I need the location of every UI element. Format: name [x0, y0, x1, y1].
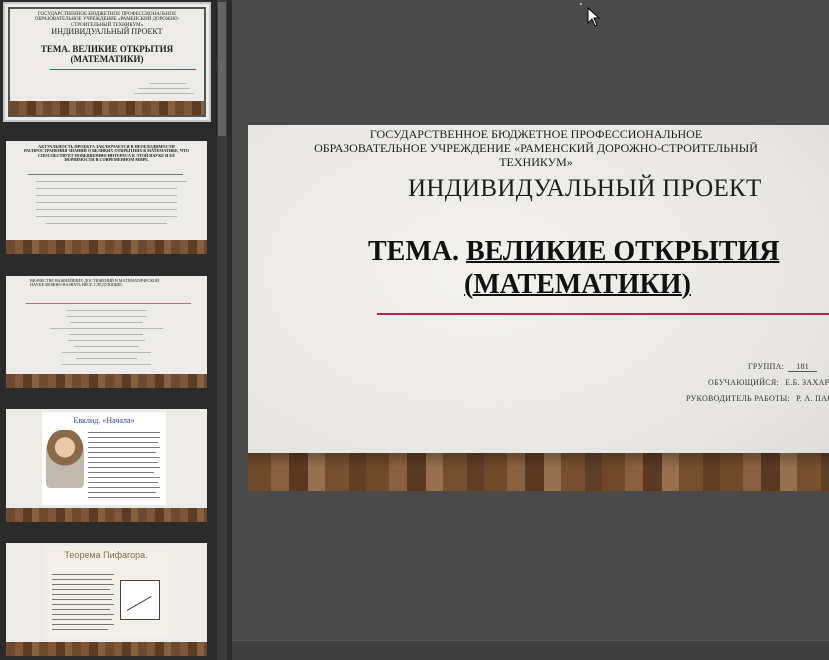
thumbnail-5-title: Теорема Пифагора.	[64, 550, 148, 560]
slide-institution-header-line3: ТЕХНИКУМ»	[499, 155, 573, 169]
slide-theme-line1: ТЕМА. ВЕЛИКИЕ ОТКРЫТИЯ	[368, 236, 779, 268]
thumbnail-3-text-line	[66, 310, 147, 311]
thumbnail-2-text-line	[36, 202, 177, 203]
thumbnail-2-text-line	[36, 188, 177, 189]
thumbnail-4-text-line	[88, 497, 160, 498]
thumbnail-5-text-line	[52, 619, 112, 620]
thumbnail-1-header: ГОСУДАРСТВЕННОЕ БЮДЖЕТНОЕ ПРОФЕССИОНАЛЬН…	[34, 12, 180, 28]
thumbnail-3-text-line	[74, 346, 139, 347]
thumbnail-3-text-line	[68, 340, 145, 341]
canvas-marker	[580, 3, 582, 5]
thumbnail-2-text-line	[36, 209, 177, 210]
slide-institution-header-line2: ОБРАЗОВАТЕЛЬНОЕ УЧРЕЖДЕНИЕ «РАМЕНСКИЙ ДО…	[314, 141, 758, 155]
thumbnail-5-text-line	[52, 624, 114, 625]
thumbnail-1-floor	[10, 101, 204, 115]
thumbnail-3-text-line	[62, 352, 151, 353]
thumbnail-1-project: ИНДИВИДУАЛЬНЫЙ ПРОЕКТ	[51, 27, 163, 36]
slide-thumbnail-pane: ГОСУДАРСТВЕННОЕ БЮДЖЕТНОЕ ПРОФЕССИОНАЛЬН…	[0, 0, 218, 660]
thumbnail-1-content: ГОСУДАРСТВЕННОЕ БЮДЖЕТНОЕ ПРОФЕССИОНАЛЬН…	[8, 7, 206, 117]
thumbnail-5-text-line	[52, 589, 110, 590]
thumbnail-3-floor	[6, 374, 207, 388]
thumbnail-2-floor	[6, 240, 207, 254]
thumbnail-5-text-line	[52, 594, 114, 595]
thumbnail-4-floor	[6, 508, 207, 522]
thumbnail-4-text-line	[88, 432, 160, 433]
thumbnail-5-text-line	[52, 604, 114, 605]
thumbnail-5-text-line	[52, 609, 110, 610]
notes-pane-edge[interactable]	[232, 640, 829, 660]
thumbnail-1-theme-2: (МАТЕМАТИКИ)	[70, 54, 144, 64]
thumbnail-4-text-line	[88, 492, 156, 493]
slide-thumbnail-5[interactable]: Теорема Пифагора.	[6, 543, 207, 656]
thumbnail-5-floor	[6, 642, 207, 656]
thumbnail-5-text-line	[52, 629, 108, 630]
supervisor-value: Р. А. ПАРМОН	[796, 394, 829, 403]
pane-resize-grip-icon[interactable]: · · ·	[220, 58, 223, 71]
slide-group-line: ГРУППА: 181	[748, 362, 818, 372]
thumbnail-4-text-line	[88, 482, 158, 483]
presentation-editor: ГОСУДАРСТВЕННОЕ БЮДЖЕТНОЕ ПРОФЕССИОНАЛЬН…	[0, 0, 829, 660]
thumbnail-2-text-line	[36, 181, 187, 182]
thumbnail-4-title: Евклид. «Начала»	[73, 416, 135, 425]
mouse-pointer-icon	[587, 7, 601, 27]
thumbnail-2-heading: АКТУАЛЬНОСТЬ ПРОЕКТА ЗАКЛЮЧАЕТСЯ В НЕОБХ…	[24, 144, 189, 163]
thumbnail-3-heading: ВКАЧЕСТВЕ ВАЖНЕЙШИХ ДОСТИЖЕНИЙ В МАТЕМАТ…	[30, 278, 160, 288]
slide-thumbnail-3[interactable]: ВКАЧЕСТВЕ ВАЖНЕЙШИХ ДОСТИЖЕНИЙ В МАТЕМАТ…	[6, 276, 207, 388]
thumbnail-4-text-line	[88, 437, 160, 438]
thumbnail-4-text-line	[88, 487, 160, 488]
thumbnail-4-text-line	[88, 472, 154, 473]
slide-thumbnail-2[interactable]: АКТУАЛЬНОСТЬ ПРОЕКТА ЗАКЛЮЧАЕТСЯ В НЕОБХ…	[6, 141, 207, 254]
thumbnail-2-text-line	[28, 174, 183, 175]
thumbnail-1-meta-line	[134, 93, 194, 94]
current-slide[interactable]: ГОСУДАРСТВЕННОЕ БЮДЖЕТНОЕ ПРОФЕССИОНАЛЬН…	[248, 125, 829, 491]
thumbnail-4-text-line	[88, 462, 158, 463]
thumbnail-3-text-line	[70, 334, 143, 335]
thumbnail-2-text-line	[36, 195, 177, 196]
slide-theme-subtitle: (МАТЕМАТИКИ)	[464, 269, 691, 300]
slide-project-title: ИНДИВИДУАЛЬНЫЙ ПРОЕКТ	[408, 175, 762, 202]
thumbnail-5-text-line	[52, 579, 112, 580]
pythagoras-diagram-image	[120, 580, 160, 620]
student-value: Е.Б. ЗАХАРОВ	[785, 378, 829, 387]
thumbnail-5-text-line	[52, 614, 114, 615]
slide-wood-floor	[248, 453, 829, 491]
slide-divider-line	[377, 313, 829, 315]
group-label: ГРУППА:	[748, 362, 785, 371]
thumbnail-2-text-line	[46, 223, 167, 224]
thumbnail-4-text-line	[88, 457, 160, 458]
slide-theme-line2: (МАТЕМАТИКИ)	[464, 269, 691, 301]
slide-institution-header-line1: ГОСУДАРСТВЕННОЕ БЮДЖЕТНОЕ ПРОФЕССИОНАЛЬН…	[369, 127, 703, 141]
thumbnail-3-divider	[26, 303, 191, 304]
thumbnail-4-card: Евклид. «Начала»	[42, 412, 166, 505]
thumbnail-3-text-line	[62, 364, 151, 365]
thumbnail-4-text-line	[88, 447, 160, 448]
thumbnail-3-text-line	[50, 328, 163, 329]
euclid-portrait-image	[46, 430, 84, 488]
thumbnail-4-text-line	[88, 467, 160, 468]
thumbnail-1-meta-line	[150, 83, 186, 84]
thumbnail-1-meta-line	[138, 88, 190, 89]
supervisor-label: РУКОВОДИТЕЛЬ РАБОТЫ:	[686, 394, 791, 403]
slide-theme-prefix: ТЕМА.	[368, 236, 459, 267]
thumbnail-5-text-line	[52, 574, 114, 575]
thumbnail-3-text-line	[76, 358, 137, 359]
thumbnail-3-text-line	[70, 322, 143, 323]
thumbnail-5-card: Теорема Пифагора.	[44, 546, 168, 639]
thumbnail-5-text-line	[52, 584, 114, 585]
slide-theme-title: ВЕЛИКИЕ ОТКРЫТИЯ	[466, 236, 780, 267]
thumbnail-5-text-line	[52, 599, 112, 600]
thumbnail-4-text-line	[88, 442, 158, 443]
slide-supervisor-line: РУКОВОДИТЕЛЬ РАБОТЫ: Р. А. ПАРМОН	[686, 394, 829, 403]
slide-student-line: ОБУЧАЮЩИЙСЯ: Е.Б. ЗАХАРОВ	[708, 378, 829, 387]
student-label: ОБУЧАЮЩИЙСЯ:	[708, 378, 780, 387]
slide-thumbnail-1[interactable]: ГОСУДАРСТВЕННОЕ БЮДЖЕТНОЕ ПРОФЕССИОНАЛЬН…	[3, 2, 211, 122]
group-value: 181	[788, 362, 818, 372]
thumbnail-4-text-line	[88, 477, 160, 478]
thumbnail-4-text-line	[88, 452, 156, 453]
thumbnail-3-text-line	[66, 316, 147, 317]
slide-thumbnail-4[interactable]: Евклид. «Начала»	[6, 409, 207, 522]
thumbnail-2-text-line	[36, 216, 177, 217]
thumbnail-scrollbar[interactable]	[217, 0, 227, 660]
thumbnail-1-divider	[50, 69, 196, 70]
